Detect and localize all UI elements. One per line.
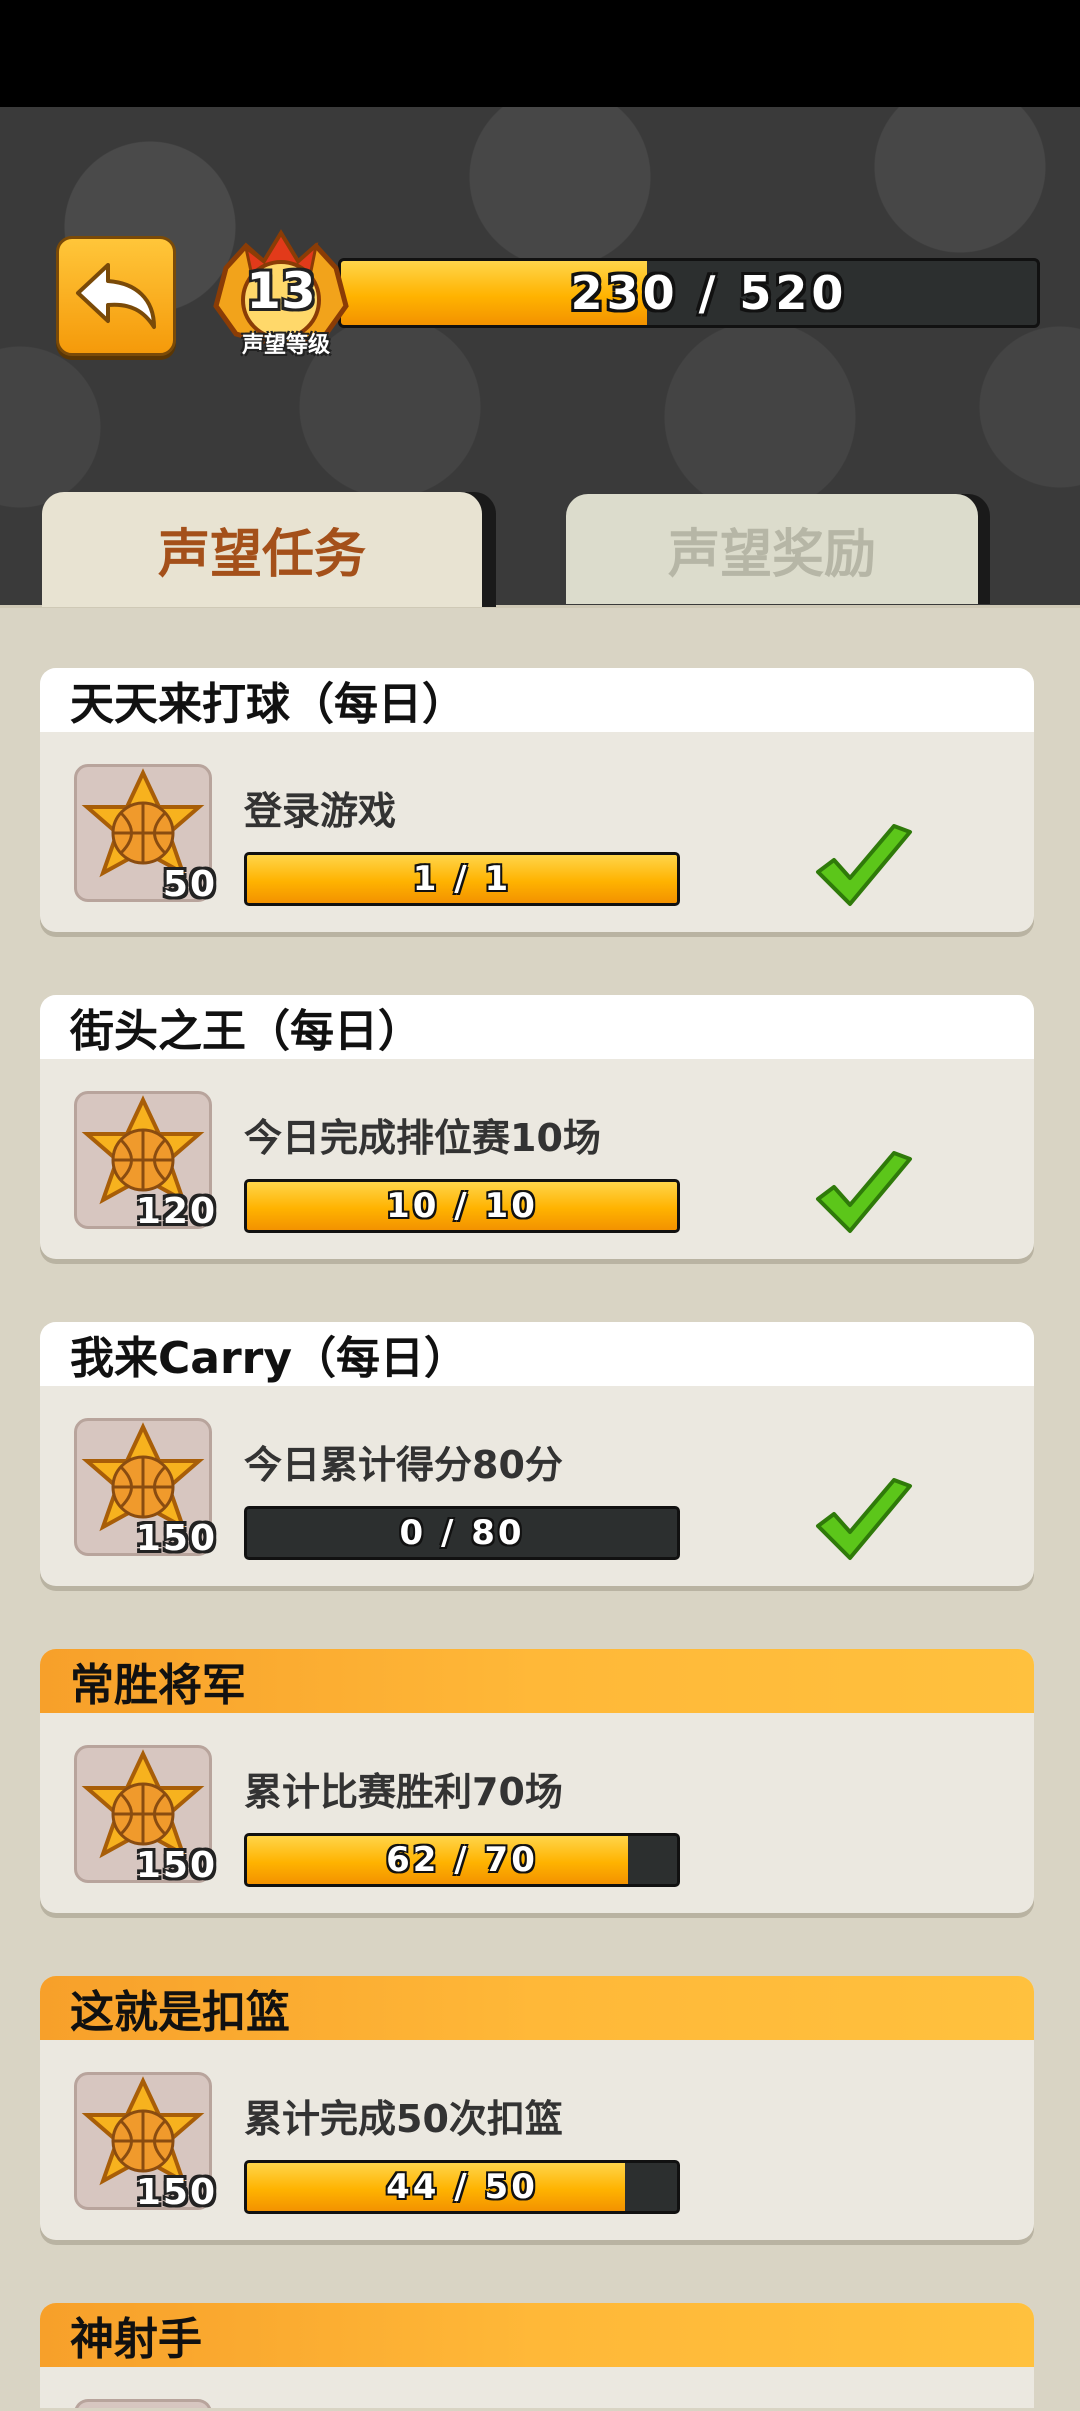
task-progress-text: 62 / 70 bbox=[386, 1840, 538, 1880]
task-progress-bar: 10 / 10 bbox=[244, 1179, 680, 1233]
task-description: 累计比赛胜利70场 bbox=[244, 1770, 563, 1814]
task-title: 天天来打球（每日） bbox=[40, 668, 1034, 732]
reward-icon bbox=[74, 2399, 212, 2408]
check-icon bbox=[816, 824, 912, 906]
task-card: 街头之王（每日） 120 今日完成排位赛10场 10 / 10 bbox=[40, 995, 1034, 1259]
back-button[interactable] bbox=[56, 236, 176, 356]
reward-amount: 150 bbox=[135, 1518, 217, 1559]
task-title: 神射手 bbox=[40, 2303, 1034, 2367]
task-card: 常胜将军 150 累计比赛胜利70场 62 / 70 bbox=[40, 1649, 1034, 1913]
task-title: 街头之王（每日） bbox=[40, 995, 1034, 1059]
task-progress-text: 44 / 50 bbox=[386, 2167, 538, 2207]
task-progress-text: 10 / 10 bbox=[386, 1186, 538, 1226]
task-progress-bar: 1 / 1 bbox=[244, 852, 680, 906]
reward-amount: 150 bbox=[135, 2172, 217, 2213]
task-progress-text: 0 / 80 bbox=[399, 1513, 525, 1553]
check-icon bbox=[816, 1478, 912, 1560]
task-progress-bar: 44 / 50 bbox=[244, 2160, 680, 2214]
reward-icon: 150 bbox=[74, 2072, 215, 2213]
task-description: 今日累计得分80分 bbox=[244, 1443, 563, 1487]
task-description: 登录游戏 bbox=[244, 789, 397, 833]
prestige-progress-text: 230 / 520 bbox=[570, 266, 848, 320]
status-bar bbox=[0, 0, 1080, 107]
reward-amount: 50 bbox=[162, 864, 217, 905]
task-title: 这就是扣篮 bbox=[40, 1976, 1034, 2040]
task-progress-text: 1 / 1 bbox=[412, 859, 512, 899]
reward-icon: 120 bbox=[74, 1091, 215, 1232]
reward-amount: 120 bbox=[135, 1191, 217, 1232]
reward-icon: 150 bbox=[74, 1745, 215, 1886]
task-title: 常胜将军 bbox=[40, 1649, 1034, 1713]
tab-label: 声望任务 bbox=[157, 525, 366, 585]
prestige-level-number: 13 bbox=[246, 262, 316, 320]
task-progress-bar: 0 / 80 bbox=[244, 1506, 680, 1560]
task-description: 累计完成50次扣篮 bbox=[244, 2097, 563, 2141]
back-arrow-icon bbox=[76, 263, 156, 329]
tab-prestige-rewards[interactable]: 声望奖励 bbox=[566, 494, 978, 604]
tab-prestige-tasks[interactable]: 声望任务 bbox=[42, 492, 482, 607]
task-card: 这就是扣篮 150 累计完成50次扣篮 44 / 50 bbox=[40, 1976, 1034, 2240]
reward-icon: 150 bbox=[74, 1418, 215, 1559]
task-description: 今日完成排位赛10场 bbox=[244, 1116, 601, 1160]
prestige-progress-bar: 230 / 520 bbox=[338, 258, 1040, 328]
tab-label: 声望奖励 bbox=[667, 524, 876, 585]
task-title: 我来Carry（每日） bbox=[40, 1322, 1034, 1386]
task-card: 神射手 bbox=[40, 2303, 1034, 2408]
reward-amount: 150 bbox=[135, 1845, 217, 1886]
task-progress-bar: 62 / 70 bbox=[244, 1833, 680, 1887]
check-icon bbox=[816, 1151, 912, 1233]
reward-icon: 50 bbox=[74, 764, 215, 905]
prestige-level-label: 声望等级 bbox=[241, 333, 330, 358]
task-card: 我来Carry（每日） 150 今日累计得分80分 0 / 80 bbox=[40, 1322, 1034, 1586]
task-card: 天天来打球（每日） 50 登录游戏 1 / 1 bbox=[40, 668, 1034, 932]
